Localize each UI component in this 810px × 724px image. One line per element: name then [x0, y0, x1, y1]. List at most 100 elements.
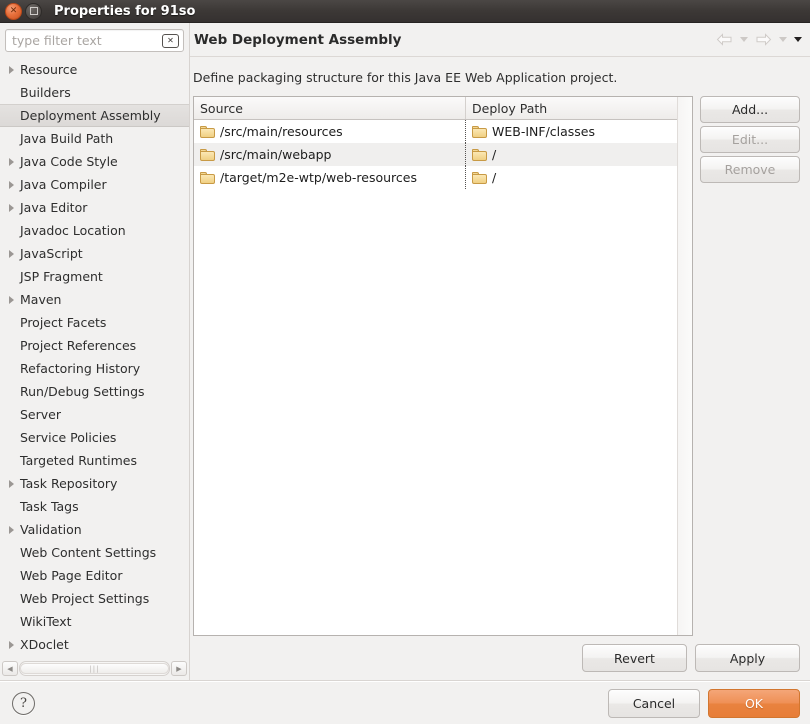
sidebar-item-java-editor[interactable]: Java Editor [0, 196, 189, 219]
sidebar-item-web-project-settings[interactable]: Web Project Settings [0, 587, 189, 610]
page-menu-chevron-down-icon[interactable] [794, 37, 802, 42]
scrollbar-thumb[interactable]: ||| [20, 663, 169, 674]
sidebar-item-javadoc-location[interactable]: Javadoc Location [0, 219, 189, 242]
assembly-table[interactable]: Source Deploy Path /src/main/resources WE… [193, 96, 693, 636]
sidebar-item-deployment-assembly[interactable]: Deployment Assembly [0, 104, 189, 127]
sidebar-item-targeted-runtimes[interactable]: Targeted Runtimes [0, 449, 189, 472]
forward-history-chevron-down-icon[interactable] [779, 37, 787, 42]
sidebar-item-run-debug-settings[interactable]: Run/Debug Settings [0, 380, 189, 403]
deploy-path-label: WEB-INF/classes [492, 124, 595, 139]
expand-arrow-icon[interactable] [4, 66, 18, 74]
expand-arrow-icon[interactable] [4, 526, 18, 534]
table-row[interactable]: /target/m2e-wtp/web-resources/ [194, 166, 677, 189]
sidebar-item-label: Run/Debug Settings [18, 384, 145, 399]
table-body[interactable]: /src/main/resources WEB-INF/classes/src/m… [194, 120, 677, 635]
apply-row: Revert Apply [190, 636, 810, 680]
expand-arrow-icon[interactable] [4, 641, 18, 649]
sidebar-item-wikitext[interactable]: WikiText [0, 610, 189, 633]
table-action-buttons: Add...Edit...Remove [700, 96, 800, 636]
expand-arrow-icon[interactable] [4, 250, 18, 258]
cancel-button[interactable]: Cancel [608, 689, 700, 718]
close-icon[interactable]: ✕ [5, 3, 22, 20]
window-titlebar: ✕ Properties for 91so [0, 0, 810, 23]
filter-box[interactable]: ✕ [5, 29, 184, 52]
sidebar-item-label: Builders [18, 85, 71, 100]
clear-icon[interactable]: ✕ [162, 34, 179, 48]
page-body: Define packaging structure for this Java… [190, 57, 810, 636]
scroll-left-icon[interactable]: ◀ [2, 661, 18, 676]
sidebar-item-server[interactable]: Server [0, 403, 189, 426]
maximize-icon[interactable] [25, 3, 42, 20]
column-header-deploy-path[interactable]: Deploy Path [466, 97, 677, 119]
sidebar-item-label: Resource [18, 62, 77, 77]
settings-tree[interactable]: Resource Builders Deployment Assembly Java … [0, 56, 189, 660]
table-row[interactable]: /src/main/resources WEB-INF/classes [194, 120, 677, 143]
sidebar-item-label: Validation [18, 522, 82, 537]
sidebar-item-label: XDoclet [18, 637, 69, 652]
sidebar-item-xdoclet[interactable]: XDoclet [0, 633, 189, 656]
sidebar-item-service-policies[interactable]: Service Policies [0, 426, 189, 449]
sidebar-item-label: Server [18, 407, 61, 422]
source-path-label: /src/main/webapp [220, 147, 332, 162]
folder-icon [200, 149, 215, 161]
source-path-label: /src/main/resources [220, 124, 343, 139]
sidebar-item-label: WikiText [18, 614, 72, 629]
sidebar-item-builders[interactable]: Builders [0, 81, 189, 104]
expand-arrow-icon[interactable] [4, 181, 18, 189]
sidebar-item-java-compiler[interactable]: Java Compiler [0, 173, 189, 196]
sidebar-item-java-build-path[interactable]: Java Build Path [0, 127, 189, 150]
table-vertical-scrollbar[interactable] [677, 97, 692, 635]
sidebar-item-maven[interactable]: Maven [0, 288, 189, 311]
expand-arrow-icon[interactable] [4, 158, 18, 166]
settings-page: Web Deployment Assembly Define packaging… [190, 23, 810, 680]
cell-source: /src/main/resources [194, 120, 466, 143]
sidebar-item-label: Web Page Editor [18, 568, 122, 583]
remove-button: Remove [700, 156, 800, 183]
window-controls: ✕ [0, 3, 42, 20]
arrow-left-icon[interactable] [716, 33, 733, 46]
sidebar-item-label: JavaScript [18, 246, 83, 261]
ok-button[interactable]: OK [708, 689, 800, 718]
sidebar-item-task-tags[interactable]: Task Tags [0, 495, 189, 518]
cell-deploy-path: / [466, 166, 677, 189]
sidebar-item-web-page-editor[interactable]: Web Page Editor [0, 564, 189, 587]
help-icon[interactable]: ? [12, 692, 35, 715]
expand-arrow-icon[interactable] [4, 296, 18, 304]
sidebar-item-project-facets[interactable]: Project Facets [0, 311, 189, 334]
page-navigation [716, 33, 804, 46]
sidebar-item-label: Task Repository [18, 476, 117, 491]
dialog-bottom-bar: ? Cancel OK [0, 681, 810, 724]
sidebar-item-refactoring-history[interactable]: Refactoring History [0, 357, 189, 380]
sidebar-item-resource[interactable]: Resource [0, 58, 189, 81]
add-button[interactable]: Add... [700, 96, 800, 123]
dialog-main: ✕ Resource Builders Deployment Assembly Jav… [0, 23, 810, 680]
sidebar-item-project-references[interactable]: Project References [0, 334, 189, 357]
column-header-source[interactable]: Source [194, 97, 466, 119]
arrow-right-icon[interactable] [755, 33, 772, 46]
back-history-chevron-down-icon[interactable] [740, 37, 748, 42]
table-row[interactable]: /src/main/webapp / [194, 143, 677, 166]
sidebar-item-javascript[interactable]: JavaScript [0, 242, 189, 265]
expand-arrow-icon[interactable] [4, 480, 18, 488]
sidebar-item-label: Project Facets [18, 315, 106, 330]
sidebar-item-label: Task Tags [18, 499, 79, 514]
sidebar-item-web-content-settings[interactable]: Web Content Settings [0, 541, 189, 564]
scroll-right-icon[interactable]: ▶ [171, 661, 187, 676]
cell-deploy-path: / [466, 143, 677, 166]
sidebar-horizontal-scrollbar[interactable]: ◀ ||| ▶ [2, 660, 187, 677]
scrollbar-track[interactable]: ||| [19, 661, 170, 676]
sidebar-item-validation[interactable]: Validation [0, 518, 189, 541]
apply-button[interactable]: Apply [695, 644, 800, 672]
sidebar-item-task-repository[interactable]: Task Repository [0, 472, 189, 495]
sidebar-item-label: Java Build Path [18, 131, 113, 146]
sidebar-item-java-code-style[interactable]: Java Code Style [0, 150, 189, 173]
page-description: Define packaging structure for this Java… [193, 57, 800, 96]
sidebar-item-jsp-fragment[interactable]: JSP Fragment [0, 265, 189, 288]
folder-icon [200, 126, 215, 138]
filter-container: ✕ [0, 23, 189, 56]
expand-arrow-icon[interactable] [4, 204, 18, 212]
search-input[interactable] [6, 32, 183, 49]
cell-deploy-path: WEB-INF/classes [466, 120, 677, 143]
revert-button[interactable]: Revert [582, 644, 687, 672]
window-title: Properties for 91so [54, 4, 195, 19]
